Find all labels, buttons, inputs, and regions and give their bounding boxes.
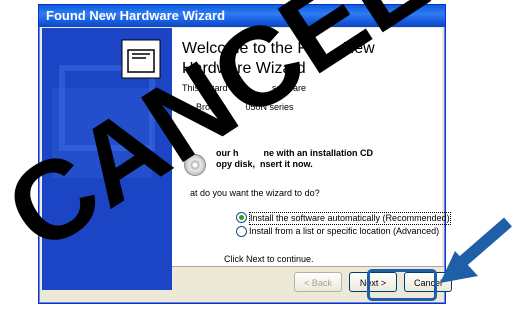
cancel-overlay: CANCEL xyxy=(0,0,512,283)
arrow-icon xyxy=(440,217,512,283)
cancel-overlay-text: CANCEL xyxy=(0,0,447,275)
